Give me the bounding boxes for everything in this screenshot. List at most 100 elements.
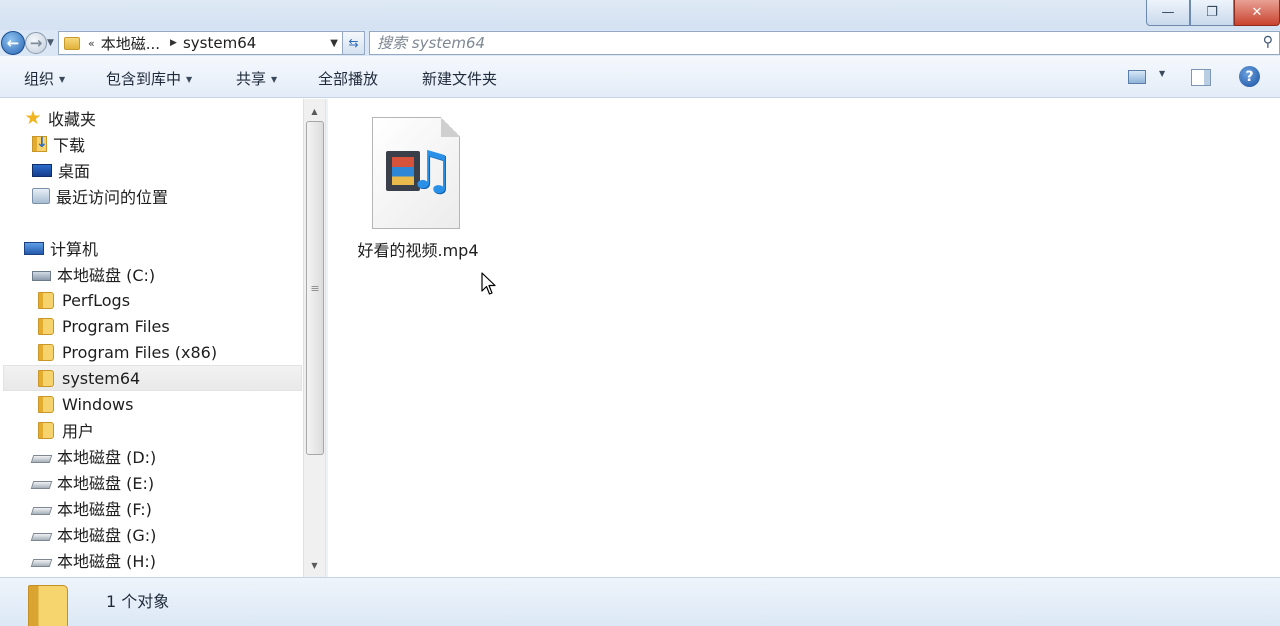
nav-item-label: 最近访问的位置 <box>56 188 169 207</box>
organize-label: 组织 <box>24 70 55 88</box>
title-bar: — ❐ ✕ <box>0 0 1280 30</box>
back-button[interactable]: ← <box>1 31 25 55</box>
item-count: 1 个对象 <box>106 592 170 611</box>
nav-item-label: Windows <box>62 394 134 414</box>
status-bar: 1 个对象 <box>0 577 1280 626</box>
nav-item-drive-d[interactable]: 本地磁盘 (D:) <box>30 443 157 469</box>
nav-item-drive-c[interactable]: 本地磁盘 (C:) <box>32 261 155 287</box>
mouse-cursor-icon <box>481 272 496 295</box>
breadcrumb-overflow[interactable]: « <box>88 37 95 50</box>
nav-item-windows[interactable]: Windows <box>38 391 133 417</box>
nav-item-label: system64 <box>62 368 141 388</box>
folder-icon <box>28 585 68 626</box>
nav-item-label: Program Files (x86) <box>62 342 218 362</box>
forward-arrow-icon: → <box>29 34 43 52</box>
nav-item-downloads[interactable]: 下载 <box>32 131 85 157</box>
nav-item-label: 本地磁盘 (E:) <box>57 474 155 493</box>
scrollbar-thumb[interactable]: ≡ <box>306 121 324 455</box>
file-name: 好看的视频.mp4 <box>357 241 479 260</box>
grip-icon: ≡ <box>310 281 320 295</box>
nav-item-program-files-x86[interactable]: Program Files (x86) <box>38 339 217 365</box>
nav-item-drive-f[interactable]: 本地磁盘 (F:) <box>30 495 152 521</box>
search-icon[interactable]: ⚲ <box>1263 34 1273 50</box>
nav-item-label: 桌面 <box>58 162 91 181</box>
drive-icon <box>30 532 53 541</box>
refresh-icon: ⇆ <box>348 36 359 50</box>
recent-pages-dropdown[interactable]: ▼ <box>47 38 54 48</box>
nav-item-perflogs[interactable]: PerfLogs <box>38 287 130 313</box>
chevron-down-icon: ▼ <box>59 75 66 84</box>
file-item[interactable]: ♫ 好看的视频.mp4 <box>356 115 480 265</box>
folder-icon <box>38 395 54 413</box>
nav-item-label: 用户 <box>62 422 95 441</box>
share-button[interactable]: 共享 ▼ <box>236 68 277 89</box>
nav-item-recent-places[interactable]: 最近访问的位置 <box>32 183 168 209</box>
forward-button[interactable]: → <box>25 32 47 54</box>
search-input[interactable] <box>377 34 1237 52</box>
nav-item-label: PerfLogs <box>62 290 131 310</box>
scroll-up-icon[interactable]: ▲ <box>304 101 325 121</box>
nav-item-users[interactable]: 用户 <box>38 417 94 443</box>
nav-item-label: 计算机 <box>50 240 99 259</box>
address-dropdown-icon[interactable]: ▼ <box>330 38 338 49</box>
share-label: 共享 <box>236 70 267 88</box>
chevron-down-icon: ▼ <box>271 75 278 84</box>
system-drive-icon <box>32 271 51 281</box>
close-button[interactable]: ✕ <box>1234 0 1280 26</box>
breadcrumb-item-system64[interactable]: system64 <box>183 34 256 52</box>
breadcrumb-separator-icon[interactable]: ▶ <box>170 38 177 48</box>
folder-icon <box>38 291 54 309</box>
nav-item-drive-g[interactable]: 本地磁盘 (G:) <box>30 521 157 547</box>
navigation-pane: ★ 收藏夹 下载 桌面 最近访问的位置 计算机 本地磁盘 (C:) PerfLo… <box>0 99 303 577</box>
restore-button[interactable]: ❐ <box>1190 0 1234 26</box>
organize-menu-button[interactable]: 组织 ▼ <box>24 68 65 89</box>
nav-item-label: 下载 <box>53 136 86 155</box>
nav-item-drive-h[interactable]: 本地磁盘 (H:) <box>30 547 156 573</box>
recent-places-icon <box>32 188 50 204</box>
page-fold <box>441 117 460 137</box>
address-row: ← → ▼ « 本地磁... ▶ system64 ▼ ⇆ ⚲ <box>0 30 1280 56</box>
nav-item-program-files[interactable]: Program Files <box>38 313 170 339</box>
help-icon[interactable]: ? <box>1239 66 1260 87</box>
play-all-button[interactable]: 全部播放 <box>318 68 378 89</box>
address-bar[interactable]: « 本地磁... ▶ system64 ▼ <box>58 31 343 55</box>
drive-icon <box>30 506 53 515</box>
command-bar: 组织 ▼ 包含到库中 ▼ 共享 ▼ 全部播放 新建文件夹 ▼ ? <box>0 56 1280 98</box>
search-box[interactable]: ⚲ <box>369 31 1280 55</box>
nav-item-desktop[interactable]: 桌面 <box>32 157 90 183</box>
nav-item-label: 收藏夹 <box>48 110 97 129</box>
nav-item-label: 本地磁盘 (C:) <box>57 266 156 285</box>
nav-item-label: Program Files <box>62 316 170 336</box>
nav-item-computer[interactable]: 计算机 <box>24 235 98 261</box>
folder-icon <box>38 421 54 439</box>
scroll-down-icon[interactable]: ▼ <box>304 555 325 575</box>
file-list: ♫ 好看的视频.mp4 <box>328 99 1280 577</box>
include-in-library-button[interactable]: 包含到库中 ▼ <box>106 68 192 89</box>
new-folder-button[interactable]: 新建文件夹 <box>422 68 497 89</box>
refresh-button[interactable]: ⇆ <box>343 31 365 55</box>
folder-icon <box>64 36 80 50</box>
drive-icon <box>30 558 53 567</box>
nav-item-label: 本地磁盘 (D:) <box>57 448 157 467</box>
nav-item-favorites[interactable]: ★ 收藏夹 <box>24 105 96 131</box>
minimize-button[interactable]: — <box>1146 0 1190 26</box>
nav-item-drive-e[interactable]: 本地磁盘 (E:) <box>30 469 155 495</box>
view-options-chevron-icon[interactable]: ▼ <box>1159 69 1165 78</box>
music-note-icon: ♫ <box>408 141 455 201</box>
include-in-library-label: 包含到库中 <box>106 70 182 88</box>
back-arrow-icon: ← <box>6 34 20 52</box>
nav-item-label: 本地磁盘 (F:) <box>57 500 152 519</box>
folder-icon <box>38 317 54 335</box>
drive-icon <box>30 480 53 489</box>
change-view-icon[interactable] <box>1128 70 1146 84</box>
drive-icon <box>30 454 53 463</box>
star-icon: ★ <box>24 107 42 129</box>
breadcrumb-item-drive[interactable]: 本地磁... <box>101 33 160 54</box>
preview-pane-icon[interactable] <box>1191 69 1211 86</box>
nav-pane-scrollbar[interactable]: ▲ ≡ ▼ <box>303 99 325 577</box>
folder-icon <box>38 343 54 361</box>
folder-icon <box>38 369 54 387</box>
desktop-icon <box>32 163 52 177</box>
nav-item-label: 本地磁盘 (G:) <box>57 526 157 545</box>
nav-item-system64[interactable]: system64 <box>3 365 302 391</box>
